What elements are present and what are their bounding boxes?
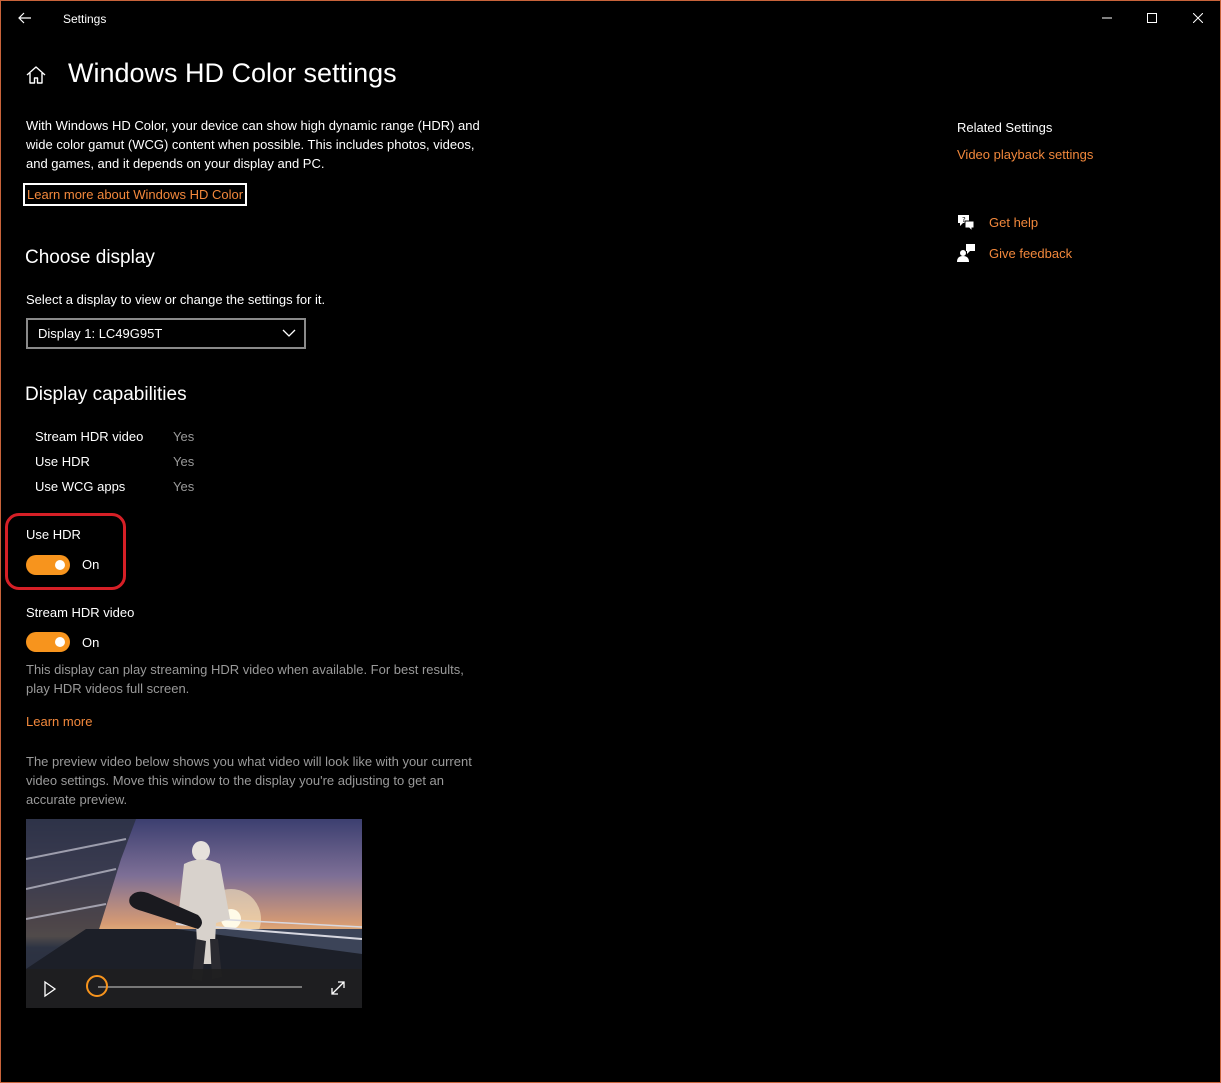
title-bar: Settings <box>1 1 1220 35</box>
use-hdr-highlight-annotation <box>5 513 126 590</box>
stream-hdr-toggle[interactable] <box>26 632 70 652</box>
play-icon[interactable] <box>40 979 60 999</box>
use-hdr-toggle[interactable] <box>26 555 70 575</box>
video-controls <box>26 969 362 1008</box>
capability-value: Yes <box>173 429 195 444</box>
stream-hdr-note: This display can play streaming HDR vide… <box>26 662 464 696</box>
home-icon <box>26 66 46 84</box>
chevron-down-icon <box>282 329 296 337</box>
give-feedback-link[interactable]: Give feedback <box>956 243 1072 263</box>
maximize-icon <box>1147 13 1157 23</box>
display-capabilities-heading: Display capabilities <box>25 384 187 405</box>
preview-video[interactable] <box>26 819 362 1008</box>
close-button[interactable] <box>1175 1 1220 35</box>
close-icon <box>1193 13 1203 23</box>
stream-hdr-state: On <box>82 635 100 650</box>
capability-value: Yes <box>173 479 195 494</box>
preview-note: The preview video below shows you what v… <box>26 754 472 807</box>
app-title: Settings <box>63 12 107 26</box>
minimize-button[interactable] <box>1084 1 1130 35</box>
get-help-label: Get help <box>989 214 1039 230</box>
home-button[interactable] <box>24 63 48 87</box>
toggle-knob <box>55 637 65 647</box>
capability-name: Use HDR <box>35 454 90 469</box>
display-dropdown[interactable]: Display 1: LC49G95T <box>26 318 306 349</box>
settings-window: Settings Windows HD Color settings With … <box>0 0 1221 1083</box>
choose-display-heading: Choose display <box>25 247 155 268</box>
give-feedback-label: Give feedback <box>989 245 1073 261</box>
display-dropdown-value: Display 1: LC49G95T <box>38 326 163 341</box>
use-hdr-label: Use HDR <box>26 527 81 542</box>
minimize-icon <box>1102 17 1112 19</box>
capability-name: Use WCG apps <box>35 479 126 494</box>
capability-value: Yes <box>173 454 195 469</box>
feedback-icon <box>957 244 975 262</box>
use-hdr-state: On <box>82 557 100 572</box>
help-chat-icon: ? <box>958 215 975 232</box>
related-settings-title: Related Settings <box>957 120 1053 135</box>
learn-more-link[interactable]: Learn more <box>26 714 92 729</box>
learn-more-hd-color-link[interactable]: Learn more about Windows HD Color <box>23 183 248 206</box>
get-help-link[interactable]: ? Get help <box>956 212 1038 232</box>
seek-bar[interactable] <box>98 986 302 988</box>
video-playback-settings-link[interactable]: Video playback settings <box>957 147 1093 162</box>
fullscreen-icon[interactable] <box>328 978 348 998</box>
page-title: Windows HD Color settings <box>68 58 397 88</box>
maximize-button[interactable] <box>1129 1 1175 35</box>
back-arrow-icon <box>18 12 31 24</box>
capability-name: Stream HDR video <box>35 429 144 444</box>
svg-text:?: ? <box>962 216 966 224</box>
stream-hdr-label: Stream HDR video <box>26 605 135 620</box>
intro-text: With Windows HD Color, your device can s… <box>26 118 480 171</box>
toggle-knob <box>55 560 65 570</box>
select-display-label: Select a display to view or change the s… <box>26 292 326 307</box>
back-button[interactable] <box>11 6 39 30</box>
seek-thumb[interactable] <box>86 975 108 997</box>
